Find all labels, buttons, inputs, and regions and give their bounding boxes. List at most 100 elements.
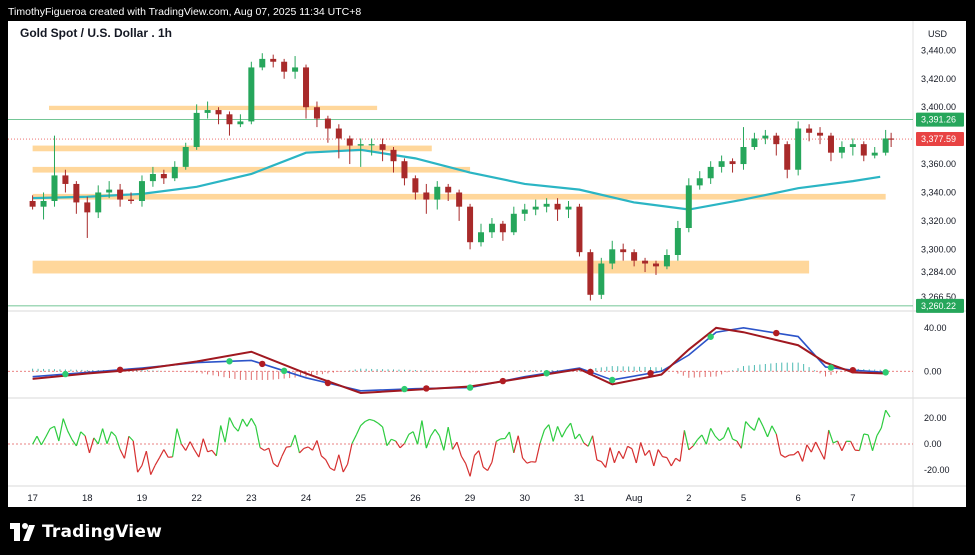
momentum-line <box>62 418 69 432</box>
momentum-line <box>732 438 738 442</box>
candle-body <box>532 206 539 210</box>
candle-body <box>379 144 386 150</box>
momentum-line <box>662 456 668 459</box>
momentum-line <box>600 461 607 468</box>
candle-body <box>62 175 69 184</box>
momentum-line <box>683 430 690 450</box>
momentum-tick-label: 20.00 <box>924 413 947 423</box>
momentum-line <box>719 437 725 442</box>
candle-body <box>888 138 895 140</box>
momentum-line <box>294 434 301 454</box>
momentum-line <box>145 451 152 475</box>
momentum-line <box>657 449 664 457</box>
momentum-line <box>867 434 874 451</box>
candle-body <box>106 189 113 193</box>
price-chart[interactable]: Gold Spot / U.S. Dollar . 1h USD 3,440.00 3… <box>8 21 966 507</box>
momentum-line <box>697 434 703 441</box>
candle-body <box>849 144 856 147</box>
momentum-line <box>277 455 283 468</box>
momentum-line <box>570 422 576 440</box>
momentum-line <box>163 449 169 458</box>
candle-body <box>445 186 452 193</box>
candle-body <box>543 203 550 207</box>
momentum-line <box>132 440 139 473</box>
cross-marker <box>499 377 507 385</box>
candle-body <box>29 201 36 207</box>
oscillator-tick-label: 40.00 <box>924 323 947 333</box>
candle-body <box>467 206 474 243</box>
candle-body <box>499 223 506 233</box>
momentum-line <box>517 435 524 459</box>
oscillator-tick-label: 0.00 <box>924 366 942 376</box>
momentum-line <box>587 435 594 447</box>
time-axis-label: 24 <box>301 493 312 504</box>
momentum-line <box>714 435 720 442</box>
momentum-line <box>246 418 252 427</box>
price-tick-label: 3,284.00 <box>921 267 956 277</box>
candle-body <box>576 206 583 253</box>
momentum-line <box>640 442 646 456</box>
candle-body <box>478 232 485 243</box>
momentum-line <box>233 426 239 432</box>
momentum-line <box>644 449 650 456</box>
momentum-line <box>727 427 734 440</box>
momentum-line <box>627 445 633 450</box>
momentum-line <box>141 450 147 466</box>
momentum-line <box>97 428 104 445</box>
momentum-line <box>871 435 878 451</box>
momentum-line <box>823 429 830 460</box>
time-axis-label: 30 <box>519 493 530 504</box>
momentum-line <box>303 446 309 450</box>
momentum-line <box>806 444 812 453</box>
momentum-line <box>858 433 865 451</box>
time-axis-label: 18 <box>82 493 93 504</box>
momentum-line <box>710 428 716 437</box>
candle-body <box>281 61 288 72</box>
momentum-line <box>688 445 694 451</box>
candle-body <box>248 67 255 122</box>
candle-body <box>401 161 408 179</box>
candle-body <box>860 144 867 156</box>
candle-body <box>324 118 331 129</box>
momentum-line <box>850 441 856 451</box>
candle-body <box>215 110 222 115</box>
candle-body <box>423 192 430 200</box>
candle-body <box>259 58 266 68</box>
momentum-line <box>504 431 510 439</box>
time-axis-label: 6 <box>796 493 801 504</box>
momentum-line <box>574 433 580 440</box>
time-axis-label: 19 <box>137 493 148 504</box>
price-tick-label: 3,340.00 <box>921 187 956 197</box>
cross-marker <box>116 366 124 373</box>
candle-body <box>674 228 681 255</box>
time-axis-label: 23 <box>246 493 257 504</box>
time-axis-label: 26 <box>410 493 421 504</box>
candle-body <box>204 110 211 113</box>
cross-marker <box>707 333 714 340</box>
cross-marker <box>423 385 430 392</box>
momentum-line <box>189 441 195 451</box>
candle-body <box>740 147 747 165</box>
time-axis-label: 5 <box>741 493 746 504</box>
momentum-line <box>408 431 414 435</box>
momentum-line <box>478 450 484 468</box>
candle-body <box>313 107 320 119</box>
brand[interactable]: TradingView <box>10 520 162 544</box>
momentum-line <box>753 417 760 431</box>
macd-line <box>32 327 886 392</box>
momentum-line <box>215 425 222 456</box>
momentum-line <box>180 443 187 451</box>
momentum-line <box>784 454 790 458</box>
signal-line <box>32 326 886 395</box>
time-axis-label: 17 <box>27 493 38 504</box>
momentum-line <box>307 446 313 451</box>
momentum-line <box>653 449 659 467</box>
momentum-line <box>452 441 458 450</box>
momentum-line <box>53 426 60 442</box>
momentum-line <box>369 418 374 422</box>
momentum-line <box>123 436 130 459</box>
candle-body <box>171 166 178 179</box>
momentum-line <box>863 433 869 436</box>
momentum-line <box>810 441 817 453</box>
momentum-line <box>578 433 585 444</box>
